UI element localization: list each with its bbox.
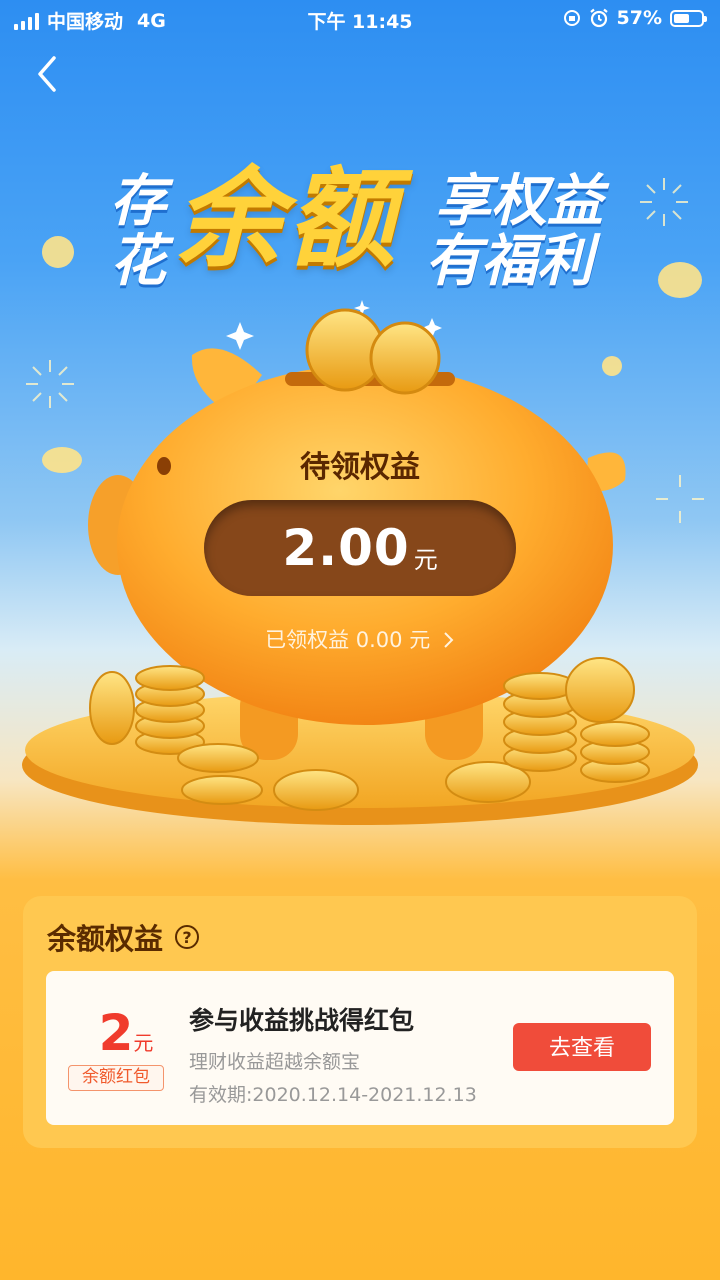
status-bar: 中国移动 4G 下午 11:45 57% xyxy=(0,0,720,40)
benefit-value: 2元 xyxy=(66,1007,186,1059)
benefit-value-number: 2 xyxy=(98,1004,134,1062)
headline-big: 余额 xyxy=(175,157,400,282)
chevron-right-icon xyxy=(444,632,454,648)
headline-right-top: 享权益 xyxy=(435,169,603,234)
pending-benefit-amount-pill: 2.00 元 xyxy=(204,500,516,596)
claimed-benefit-link[interactable]: 已领权益 0.00 元 xyxy=(0,624,720,654)
pending-amount: 2.00 xyxy=(282,519,410,577)
benefit-title: 参与收益挑战得红包 xyxy=(189,1006,415,1035)
help-question-icon[interactable]: ? xyxy=(175,925,200,949)
headline-left-top: 存 xyxy=(110,169,166,234)
benefit-validity: 有效期:2020.12.14-2021.12.13 xyxy=(189,1084,477,1106)
pending-amount-unit: 元 xyxy=(413,545,438,574)
benefit-subtitle: 理财收益超越余额宝 xyxy=(189,1051,361,1073)
status-right: 57% xyxy=(563,7,707,29)
benefit-tag: 余额红包 xyxy=(68,1065,164,1091)
flying-coin-icon xyxy=(42,236,74,268)
page: 中国移动 4G 下午 11:45 57% 存 花 余额 享权益 有福利 待领权益… xyxy=(0,0,720,1280)
claimed-benefit-text: 已领权益 0.00 元 xyxy=(265,628,431,652)
section-title: 余额权益 ? xyxy=(47,916,200,958)
benefit-info: 参与收益挑战得红包 理财收益超越余额宝 有效期:2020.12.14-2021.… xyxy=(189,1001,477,1107)
balance-benefits-section: 余额权益 ? 2元 余额红包 参与收益挑战得红包 理财收益超越余额宝 有效期:2… xyxy=(23,896,697,1148)
benefit-value-unit: 元 xyxy=(133,1031,154,1055)
section-title-text: 余额权益 xyxy=(47,922,164,956)
benefit-card: 2元 余额红包 参与收益挑战得红包 理财收益超越余额宝 有效期:2020.12.… xyxy=(46,971,674,1125)
battery-icon xyxy=(670,9,707,27)
back-chevron-icon[interactable] xyxy=(30,52,70,96)
view-button[interactable]: 去查看 xyxy=(513,1023,651,1071)
banner-headline: 存 花 余额 享权益 有福利 xyxy=(110,160,620,298)
pending-benefit-title: 待领权益 xyxy=(300,450,420,485)
rotation-lock-icon xyxy=(563,10,580,26)
alarm-icon xyxy=(589,8,608,28)
battery-percent: 57% xyxy=(616,7,662,29)
